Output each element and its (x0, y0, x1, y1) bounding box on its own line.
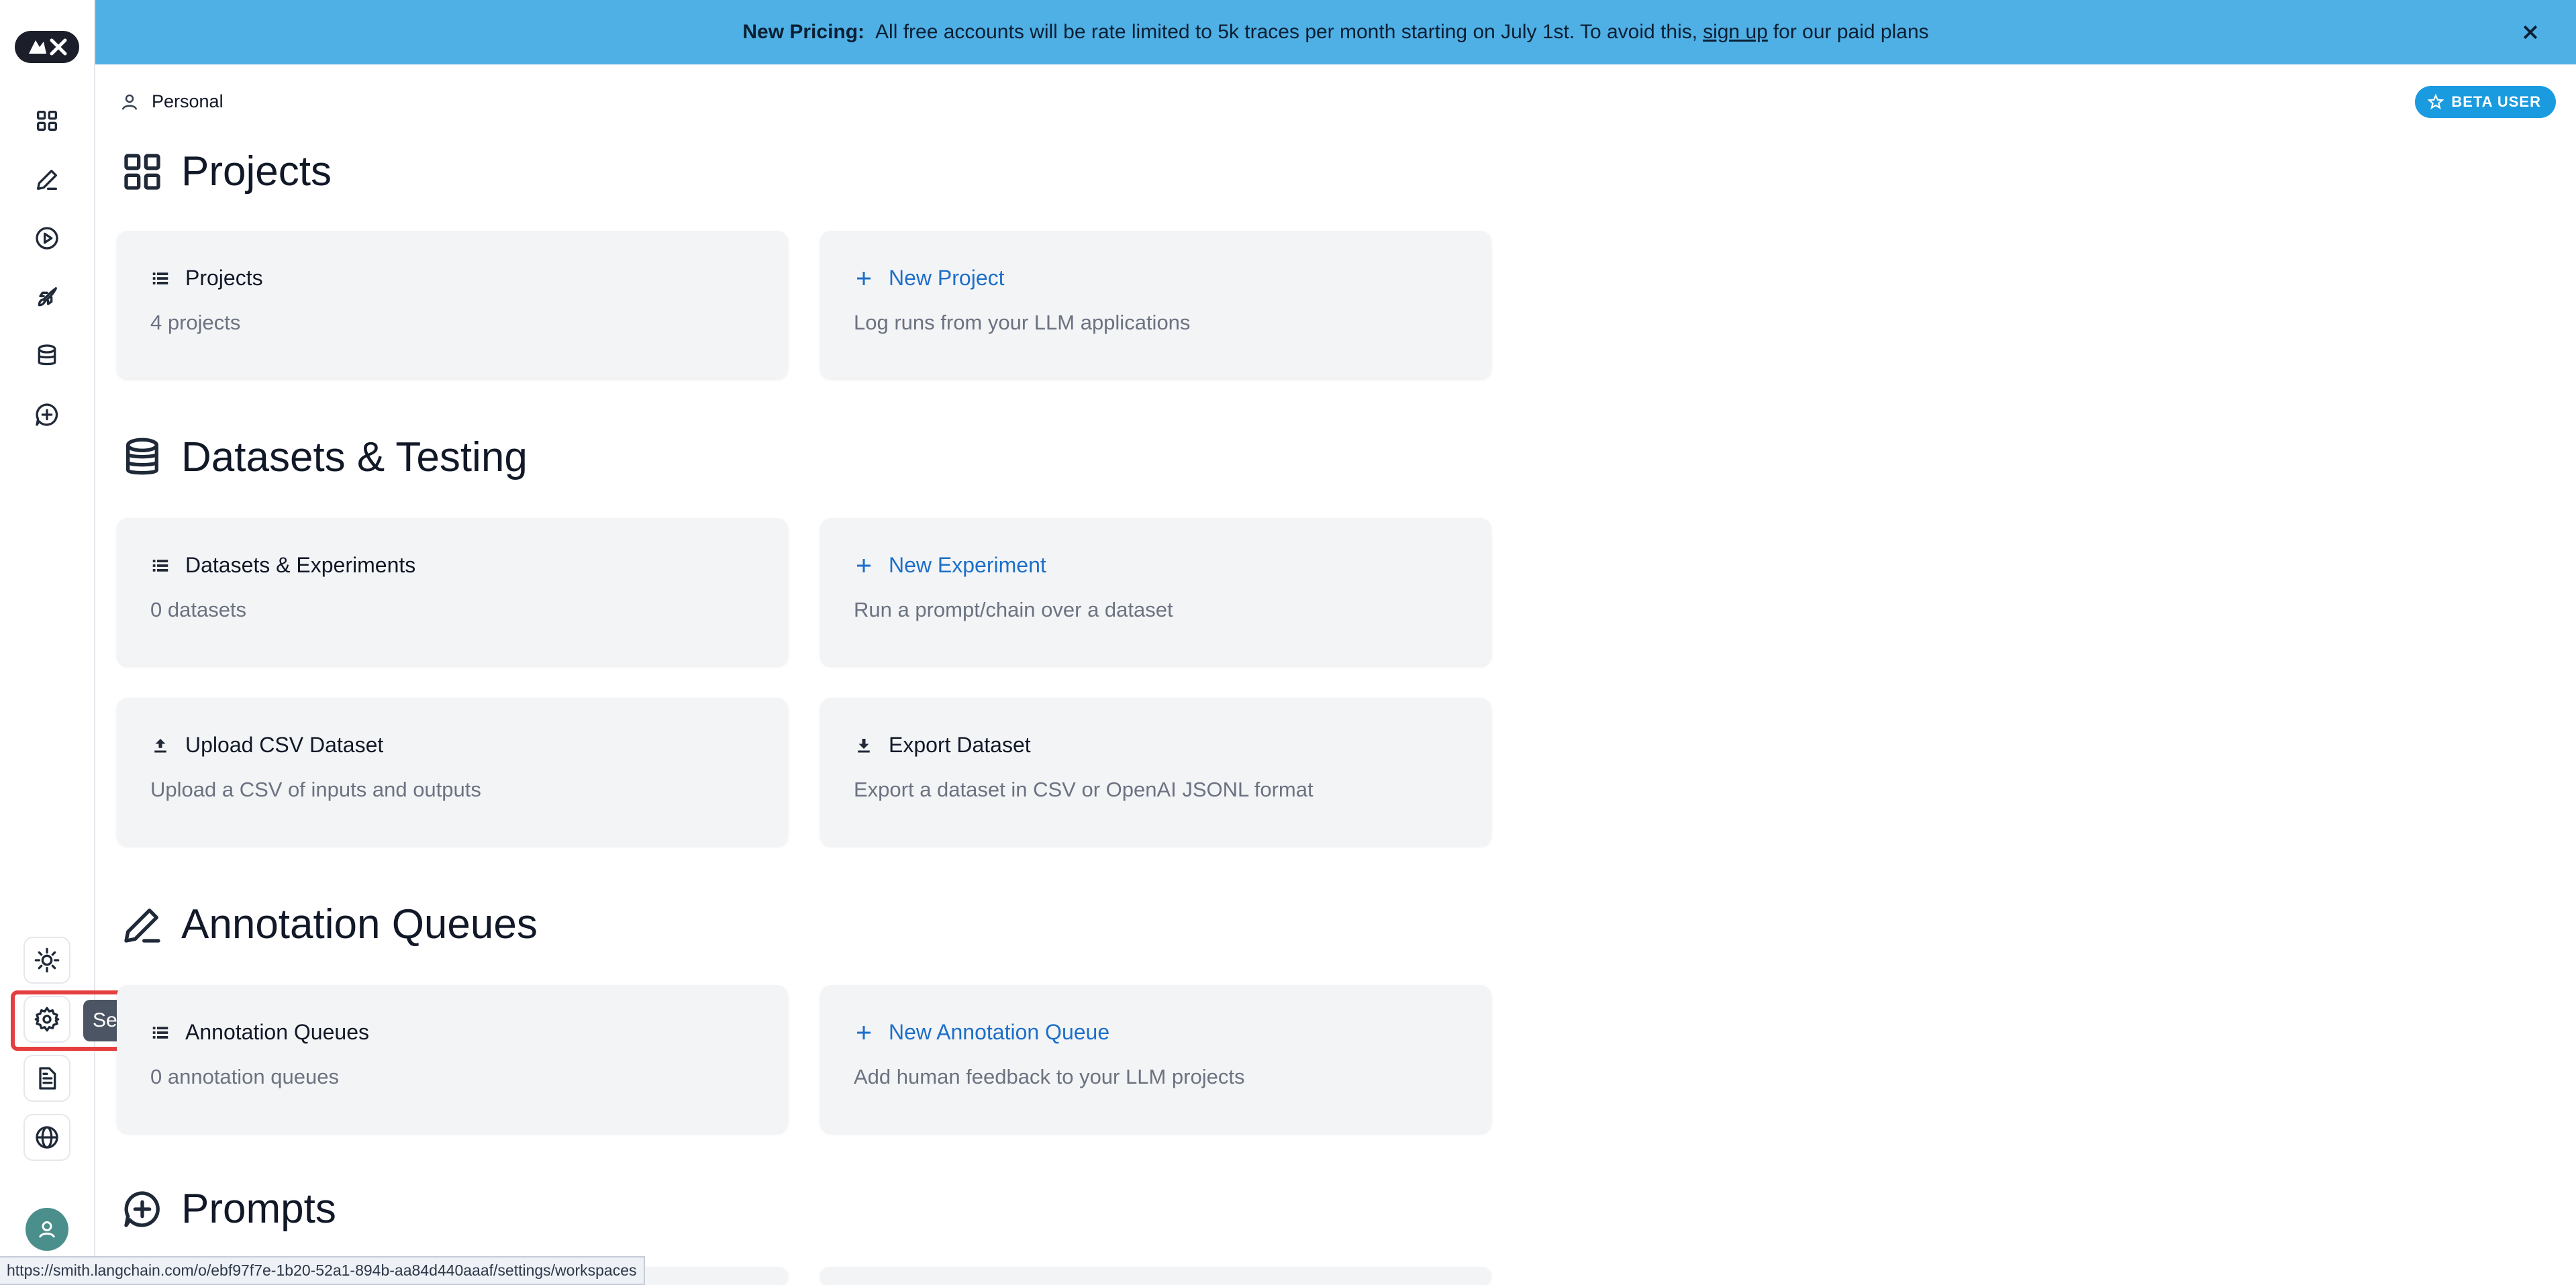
nav-annotation[interactable] (23, 156, 70, 203)
datasets-heading: Datasets & Testing (121, 433, 528, 481)
plus-icon (857, 1025, 871, 1039)
logo-icon (29, 38, 67, 56)
plus-icon (857, 271, 871, 285)
export-dataset-label: Export Dataset (889, 733, 1031, 757)
datasets-card-label: Datasets & Experiments (185, 553, 416, 577)
star-icon (2427, 93, 2444, 109)
plus-icon (857, 558, 871, 572)
new-project-label: New Project (889, 266, 1005, 290)
database-icon (38, 344, 56, 366)
docs-button[interactable] (23, 1055, 70, 1102)
new-annotation-queue-card[interactable]: New Annotation Queue Add human feedback … (820, 985, 1491, 1133)
new-project-card[interactable]: New Project Log runs from your LLM appli… (820, 231, 1491, 378)
new-annotation-queue-title: New Annotation Queue (854, 1020, 1458, 1045)
list-icon (152, 272, 168, 285)
nav-playground[interactable] (23, 215, 70, 262)
new-annotation-queue-label: New Annotation Queue (889, 1020, 1110, 1044)
avatar[interactable] (26, 1208, 68, 1251)
database-icon (126, 438, 158, 474)
user-icon (39, 1221, 55, 1238)
new-project-title: New Project (854, 266, 1458, 291)
projects-card-label: Projects (185, 266, 263, 290)
pencil-icon (124, 908, 160, 943)
upload-csv-label: Upload CSV Dataset (185, 733, 384, 757)
projects-card[interactable]: Projects 4 projects (117, 231, 788, 378)
nav-datasets[interactable] (23, 332, 70, 379)
grid-icon (124, 153, 160, 190)
nav-deployments[interactable] (23, 274, 70, 321)
datasets-count: 0 datasets (150, 598, 247, 621)
message-plus-icon (36, 403, 58, 426)
beta-user-label: BETA USER (2451, 93, 2541, 110)
pencil-icon (37, 170, 58, 190)
export-dataset-card[interactable]: Export Dataset Export a dataset in CSV o… (820, 698, 1491, 845)
language-button[interactable] (23, 1114, 70, 1161)
new-project-description: Log runs from your LLM applications (854, 311, 1191, 334)
banner-text: All free accounts will be rate limited t… (875, 21, 1698, 43)
list-icon (152, 1026, 168, 1039)
new-experiment-card[interactable]: New Experiment Run a prompt/chain over a… (820, 518, 1491, 666)
new-experiment-title: New Experiment (854, 553, 1458, 578)
nav-prompts[interactable] (23, 391, 70, 438)
breadcrumb[interactable]: Personal (119, 91, 224, 112)
close-icon (2523, 25, 2538, 40)
play-icon (36, 227, 58, 250)
pricing-banner: New Pricing: All free accounts will be r… (95, 0, 2576, 64)
status-bar-url: https://smith.langchain.com/o/ebf97f7e-1… (0, 1256, 645, 1285)
banner-signup-link[interactable]: sign up (1703, 21, 1768, 44)
globe-icon (36, 1126, 58, 1149)
sidebar (0, 0, 95, 1285)
datasets-card[interactable]: Datasets & Experiments 0 datasets (117, 518, 788, 666)
beta-user-badge: BETA USER (2415, 86, 2556, 118)
annotation-queues-title: Annotation Queues (150, 1020, 754, 1045)
upload-icon (154, 738, 166, 752)
upload-csv-card[interactable]: Upload CSV Dataset Upload a CSV of input… (117, 698, 788, 845)
prompts-heading-label: Prompts (181, 1186, 336, 1232)
download-icon (858, 738, 870, 752)
annotation-queues-count: 0 annotation queues (150, 1065, 339, 1088)
new-annotation-queue-description: Add human feedback to your LLM projects (854, 1065, 1245, 1088)
list-icon (152, 559, 168, 572)
nav-projects[interactable] (23, 97, 70, 144)
annotation-heading-label: Annotation Queues (181, 901, 538, 947)
upload-csv-title: Upload CSV Dataset (150, 733, 754, 758)
projects-heading-label: Projects (181, 148, 332, 195)
app-logo[interactable] (15, 31, 79, 63)
datasets-card-title: Datasets & Experiments (150, 553, 754, 578)
datasets-heading-label: Datasets & Testing (181, 434, 528, 480)
upload-csv-description: Upload a CSV of inputs and outputs (150, 778, 481, 801)
rocket-icon (38, 287, 58, 307)
breadcrumb-label: Personal (152, 91, 224, 111)
banner-text-after: for our paid plans (1773, 21, 1929, 43)
grid-icon (37, 111, 58, 131)
theme-toggle-button[interactable] (23, 937, 70, 984)
export-dataset-description: Export a dataset in CSV or OpenAI JSONL … (854, 778, 1314, 801)
banner-bold-label: New Pricing: (742, 21, 865, 43)
projects-card-title: Projects (150, 266, 754, 291)
document-icon (39, 1067, 56, 1090)
new-prompt-card[interactable] (820, 1267, 1491, 1285)
annotation-queues-label: Annotation Queues (185, 1020, 369, 1044)
user-icon (121, 94, 138, 110)
message-plus-icon (124, 1190, 160, 1227)
annotation-heading: Annotation Queues (121, 901, 538, 948)
projects-heading: Projects (121, 148, 332, 195)
sun-icon (34, 947, 60, 973)
annotation-queues-card[interactable]: Annotation Queues 0 annotation queues (117, 985, 788, 1133)
prompts-heading: Prompts (121, 1185, 336, 1233)
export-dataset-title: Export Dataset (854, 733, 1458, 758)
new-experiment-description: Run a prompt/chain over a dataset (854, 598, 1173, 621)
banner-close-button[interactable] (2517, 19, 2544, 46)
projects-count: 4 projects (150, 311, 241, 334)
new-experiment-label: New Experiment (889, 553, 1046, 577)
